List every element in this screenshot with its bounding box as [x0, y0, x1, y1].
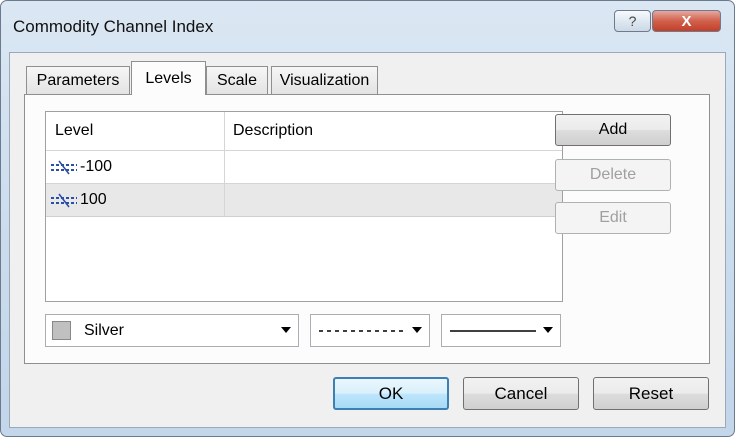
edit-button[interactable]: Edit — [555, 202, 671, 234]
tab-label: Scale — [216, 71, 258, 89]
cancel-button-label: Cancel — [494, 383, 548, 403]
title-bar[interactable]: Commodity Channel Index ? X — [1, 1, 734, 51]
window-title: Commodity Channel Index — [13, 17, 214, 36]
help-icon: ? — [628, 13, 637, 29]
tab-label: Visualization — [279, 71, 370, 89]
tab-scale[interactable]: Scale — [206, 66, 268, 94]
levels-table: Level Description -100 100 — [45, 111, 563, 302]
dashed-line-icon — [319, 330, 405, 332]
level-value: -100 — [80, 158, 113, 175]
table-row[interactable]: -100 — [46, 151, 562, 184]
color-select-value: Silver — [84, 322, 125, 339]
color-swatch — [52, 321, 71, 340]
solid-line-icon — [450, 330, 536, 332]
ok-button-label: OK — [378, 383, 404, 403]
delete-button[interactable]: Delete — [555, 159, 671, 191]
level-line-icon — [51, 160, 77, 175]
help-button[interactable]: ? — [614, 10, 651, 32]
close-icon: X — [681, 12, 692, 30]
cancel-button[interactable]: Cancel — [463, 377, 579, 410]
cell-divider — [224, 184, 225, 216]
tab-levels[interactable]: Levels — [131, 61, 206, 95]
column-header-description[interactable]: Description — [233, 122, 313, 140]
tab-visualization[interactable]: Visualization — [271, 66, 378, 94]
chevron-down-icon — [281, 327, 291, 333]
column-header-level[interactable]: Level — [55, 122, 93, 140]
tab-parameters[interactable]: Parameters — [26, 66, 130, 94]
chevron-down-icon — [412, 327, 422, 333]
column-divider[interactable] — [224, 112, 225, 150]
line-width-select[interactable] — [441, 314, 561, 347]
color-select[interactable]: Silver — [45, 314, 299, 347]
edit-button-label: Edit — [599, 209, 627, 226]
level-line-icon — [51, 193, 77, 208]
reset-button[interactable]: Reset — [593, 377, 709, 410]
tab-label: Levels — [145, 69, 192, 87]
dialog-client-area: Parameters Levels Scale Visualization Le… — [9, 52, 726, 428]
add-button[interactable]: Add — [555, 114, 671, 146]
line-style-select[interactable] — [310, 314, 430, 347]
chevron-down-icon — [543, 327, 553, 333]
delete-button-label: Delete — [589, 166, 637, 183]
dialog-window: Commodity Channel Index ? X Parameters L… — [0, 0, 735, 437]
level-value: 100 — [80, 191, 107, 208]
add-button-label: Add — [598, 121, 628, 138]
tab-label: Parameters — [36, 71, 120, 89]
levels-panel: Level Description -100 100 Add Delete Ed… — [24, 94, 710, 364]
reset-button-label: Reset — [628, 383, 674, 403]
table-row[interactable]: 100 — [46, 184, 562, 217]
table-header: Level Description — [46, 112, 562, 151]
cell-divider — [224, 151, 225, 183]
ok-button[interactable]: OK — [333, 377, 449, 410]
close-button[interactable]: X — [652, 10, 721, 32]
